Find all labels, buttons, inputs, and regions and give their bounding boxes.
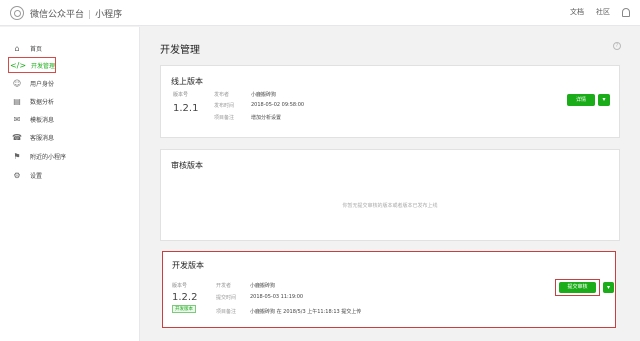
chart-icon: ▤ [13,96,21,106]
sidebar-item-label: 数据分析 [30,98,55,106]
empty-state-text: 你暂无提交审核的版本或者版本已发布上线 [342,203,438,209]
sidebar-item-user-identity[interactable]: ☺ 用户身份 [8,75,108,91]
field-label: 项目备注 [216,309,237,315]
wechat-logo-icon [10,6,24,20]
sidebar-item-home[interactable]: ⌂ 首页 [8,40,108,56]
user-icon: ☺ [12,78,22,88]
submit-review-button[interactable]: 提交审核 [559,282,596,293]
field-value: 小鹿搬砖狗 [251,92,277,98]
sidebar-item-label: 首页 [30,45,43,53]
page-title: 开发管理 [160,45,200,56]
sidebar-item-settings[interactable]: ⚙ 设置 [8,167,108,183]
field-label: 发布时间 [214,103,235,109]
version-number: 1.2.1 [173,103,199,114]
gear-icon: ⚙ [13,170,21,180]
community-link[interactable]: 社区 [596,7,610,17]
sidebar-item-dev-management[interactable]: </> 开发管理 [8,57,56,73]
version-label: 版本号 [172,283,188,289]
sidebar-item-label: 用户身份 [30,80,55,88]
home-icon: ⌂ [14,43,20,53]
sidebar: ⌂ 首页 </> 开发管理 ☺ 用户身份 ▤ 数据分析 ✉ 模板消息 ☎ 客服消息 ⚑ 附近的… [0,27,140,341]
sidebar-item-nearby[interactable]: ⚑ 附近的小程序 [8,148,108,164]
field-label: 提交时间 [216,295,237,301]
card-title: 审核版本 [171,161,203,170]
field-label: 项目备注 [214,115,235,121]
dev-version-card: 开发版本 版本号 1.2.2 开发版本 开发者 小鹿搬砖狗 提交时间 2018-… [162,251,616,328]
sidebar-item-label: 模板消息 [30,116,55,124]
chevron-down-icon[interactable]: ▾ [598,94,610,106]
top-links: 文档 社区 [570,7,630,17]
message-icon: ✉ [13,114,21,124]
brand-name[interactable]: 微信公众平台 [30,10,84,20]
dev-version-badge: 开发版本 [172,305,196,313]
sidebar-item-data-analysis[interactable]: ▤ 数据分析 [8,93,108,109]
version-number: 1.2.2 [172,292,198,303]
field-value: 小鹿搬砖狗 在 2018/5/3 上午11:18:13 提交上传 [250,309,362,315]
help-icon[interactable]: ? [613,42,621,50]
field-value: 增加分析设置 [251,115,282,121]
docs-link[interactable]: 文档 [570,7,584,17]
card-title: 开发版本 [172,261,204,270]
brand: 微信公众平台 | 小程序 [30,10,123,20]
field-label: 发布者 [214,92,230,98]
location-icon: ⚑ [13,151,21,161]
sidebar-item-template-message[interactable]: ✉ 模板消息 [8,111,108,127]
code-icon: </> [9,60,27,70]
sidebar-item-label: 客服消息 [30,134,55,142]
review-version-card: 审核版本 你暂无提交审核的版本或者版本已发布上线 [160,149,620,241]
field-value: 2018-05-02 09:58:00 [251,102,305,108]
version-label: 版本号 [173,92,189,98]
online-version-card: 线上版本 版本号 1.2.1 发布者 小鹿搬砖狗 发布时间 2018-05-02… [160,65,620,138]
sidebar-item-label: 设置 [30,172,43,180]
card-title: 线上版本 [171,77,203,86]
sidebar-item-label: 开发管理 [31,62,56,70]
service-icon: ☎ [12,132,22,142]
chevron-down-icon[interactable]: ▾ [603,282,614,293]
details-button[interactable]: 详情 [567,94,595,106]
field-label: 开发者 [216,283,232,289]
sidebar-item-label: 附近的小程序 [30,153,67,161]
product-name: 小程序 [95,10,123,20]
bell-icon[interactable] [622,7,630,17]
sidebar-item-service[interactable]: ☎ 客服消息 [8,129,108,145]
field-value: 小鹿搬砖狗 [250,283,276,289]
top-bar: 微信公众平台 | 小程序 文档 社区 [0,0,640,26]
field-value: 2018-05-03 11:19:00 [250,294,304,300]
